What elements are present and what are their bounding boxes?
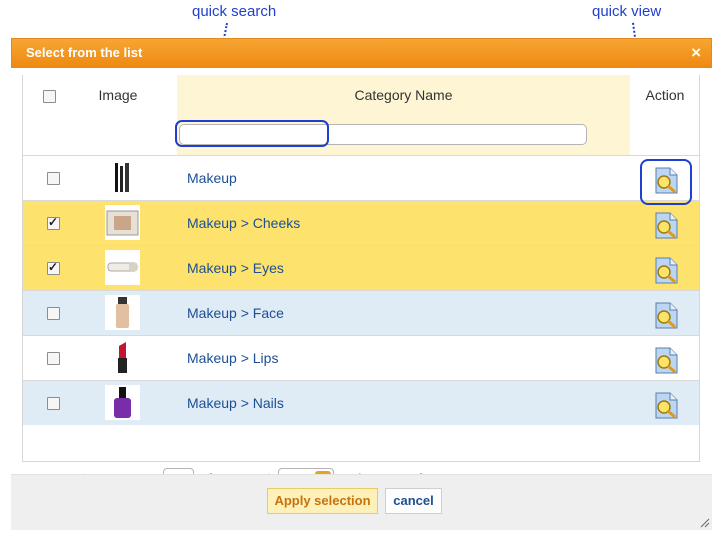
tube-thumbnail	[105, 250, 140, 285]
close-icon[interactable]: ×	[691, 39, 701, 67]
quick-view-icon[interactable]	[650, 389, 682, 421]
row-checkbox[interactable]	[47, 215, 60, 230]
compact-thumbnail	[105, 205, 140, 240]
category-grid: Image Category Name Action MakeupMakeup …	[22, 75, 700, 462]
row-checkbox[interactable]	[47, 307, 60, 320]
dialog-content: Image Category Name Action MakeupMakeup …	[11, 68, 712, 490]
category-name[interactable]: Makeup > Nails	[187, 381, 284, 425]
resize-grip-icon[interactable]	[700, 518, 710, 528]
quick-view-icon[interactable]	[650, 344, 682, 376]
table-row[interactable]: Makeup > Lips	[23, 335, 699, 380]
category-name[interactable]: Makeup > Eyes	[187, 246, 284, 290]
table-row[interactable]: Makeup > Face	[23, 290, 699, 335]
image-column-header: Image	[98, 87, 138, 103]
category-name[interactable]: Makeup > Lips	[187, 336, 278, 380]
row-checkbox[interactable]	[47, 260, 60, 275]
table-row[interactable]: Makeup > Nails	[23, 380, 699, 425]
row-checkbox[interactable]	[47, 172, 60, 185]
quick-view-icon[interactable]	[650, 299, 682, 331]
mascara-thumbnail	[105, 160, 140, 195]
action-column-header: Action	[645, 87, 685, 103]
category-name[interactable]: Makeup	[187, 156, 237, 200]
row-checkbox[interactable]	[47, 352, 60, 365]
cancel-button[interactable]: cancel	[385, 488, 442, 514]
table-row[interactable]: Makeup	[23, 155, 699, 200]
select-all-checkbox[interactable]	[43, 90, 56, 103]
grid-header: Image Category Name Action	[23, 75, 699, 155]
table-row[interactable]: Makeup > Cheeks	[23, 200, 699, 245]
row-checkbox[interactable]	[47, 397, 60, 410]
quick-view-highlight	[640, 159, 692, 205]
lipstick-thumbnail	[105, 340, 140, 375]
select-dialog: Select from the list × Image Category Na…	[11, 38, 712, 530]
category-name[interactable]: Makeup > Face	[187, 291, 284, 335]
apply-selection-button[interactable]: Apply selection	[267, 488, 378, 514]
table-row[interactable]: Makeup > Eyes	[23, 245, 699, 290]
quick-view-icon[interactable]	[650, 254, 682, 286]
nailpolish-thumbnail	[105, 385, 140, 420]
quick-view-icon[interactable]	[650, 209, 682, 241]
dialog-title: Select from the list	[26, 45, 143, 60]
quick-search-annotation: quick search	[192, 3, 277, 20]
quick-search-highlight	[175, 120, 329, 147]
bottle-thumbnail	[105, 295, 140, 330]
dialog-titlebar[interactable]: Select from the list ×	[11, 38, 712, 68]
category-column-header[interactable]: Category Name	[177, 75, 630, 115]
quick-view-annotation: quick view	[592, 3, 662, 20]
category-name[interactable]: Makeup > Cheeks	[187, 201, 300, 245]
dialog-footer: Apply selection cancel	[11, 474, 712, 530]
